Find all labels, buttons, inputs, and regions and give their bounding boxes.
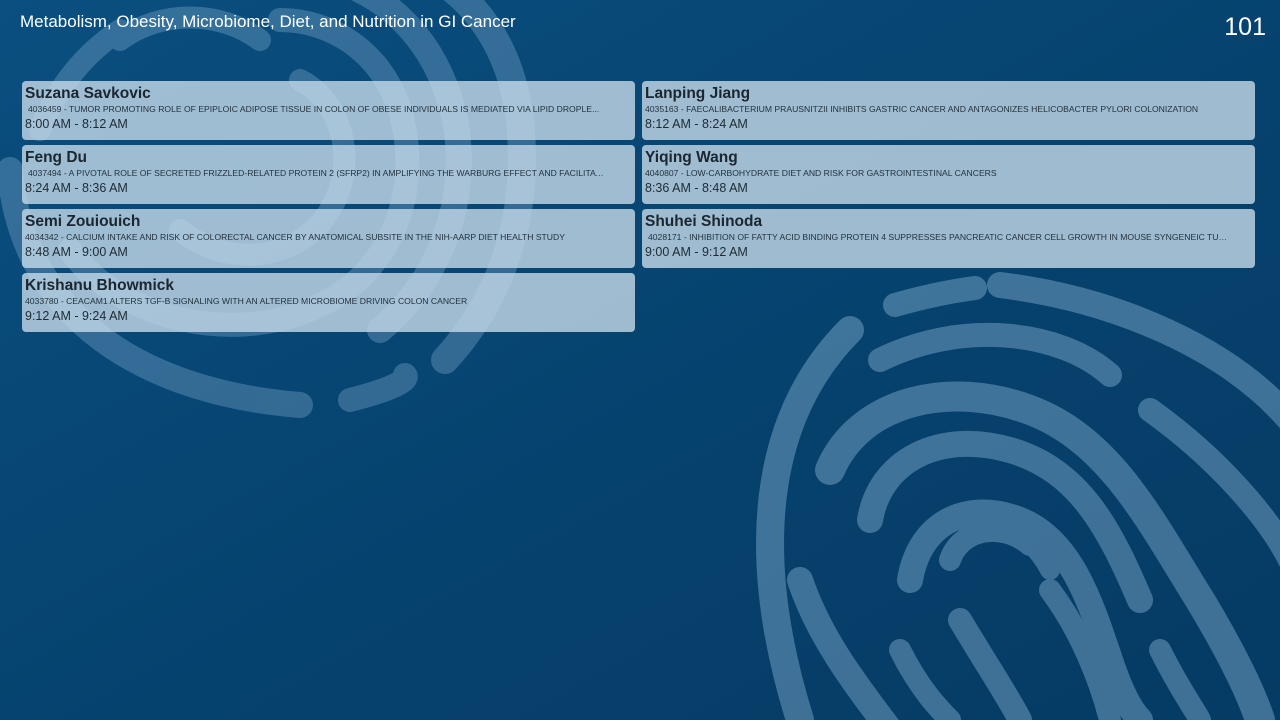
room-number: 101 [1224, 13, 1266, 41]
time-slot: 8:12 AM - 8:24 AM [645, 117, 748, 131]
abstract-title: 4037494 - A PIVOTAL ROLE OF SECRETED FRI… [28, 168, 608, 178]
presentation-card[interactable]: Semi Zouiouich 4034342 - CALCIUM INTAKE … [22, 209, 635, 268]
abstract-title: 4028171 - INHIBITION OF FATTY ACID BINDI… [648, 232, 1228, 242]
abstract-title: 4033780 - CEACAM1 ALTERS TGF-β SIGNALING… [25, 296, 468, 306]
presenter-name: Suzana Savkovic [25, 85, 151, 102]
abstract-title: 4034342 - CALCIUM INTAKE AND RISK OF COL… [25, 232, 565, 242]
presentation-card[interactable]: Feng Du 4037494 - A PIVOTAL ROLE OF SECR… [22, 145, 635, 204]
presenter-name: Shuhei Shinoda [645, 213, 763, 230]
presenter-name: Krishanu Bhowmick [25, 277, 174, 294]
time-slot: 8:00 AM - 8:12 AM [25, 117, 128, 131]
session-title: Metabolism, Obesity, Microbiome, Diet, a… [20, 12, 516, 31]
presentation-card[interactable]: Suzana Savkovic 4036459 - TUMOR PROMOTIN… [22, 81, 635, 140]
presentation-card[interactable]: Yiqing Wang 4040807 - LOW-CARBOHYDRATE D… [642, 145, 1255, 204]
presentation-card[interactable]: Shuhei Shinoda 4028171 - INHIBITION OF F… [642, 209, 1255, 268]
presentation-card[interactable]: Lanping Jiang 4035163 - FAECALIBACTERIUM… [642, 81, 1255, 140]
time-slot: 8:36 AM - 8:48 AM [645, 181, 748, 195]
time-slot: 9:00 AM - 9:12 AM [645, 245, 748, 259]
presentation-card[interactable]: Krishanu Bhowmick 4033780 - CEACAM1 ALTE… [22, 273, 635, 332]
abstract-title: 4040807 - LOW-CARBOHYDRATE DIET AND RISK… [645, 168, 997, 178]
presenter-name: Yiqing Wang [645, 149, 738, 166]
time-slot: 8:24 AM - 8:36 AM [25, 181, 128, 195]
presenter-name: Lanping Jiang [645, 85, 751, 102]
abstract-title: 4035163 - FAECALIBACTERIUM PRAUSNITZII I… [645, 104, 1199, 114]
abstract-title: 4036459 - TUMOR PROMOTING ROLE OF EPIPLO… [28, 104, 600, 114]
time-slot: 9:12 AM - 9:24 AM [25, 309, 128, 323]
presenter-name: Semi Zouiouich [25, 213, 141, 230]
time-slot: 8:48 AM - 9:00 AM [25, 245, 128, 259]
presenter-name: Feng Du [25, 149, 87, 166]
